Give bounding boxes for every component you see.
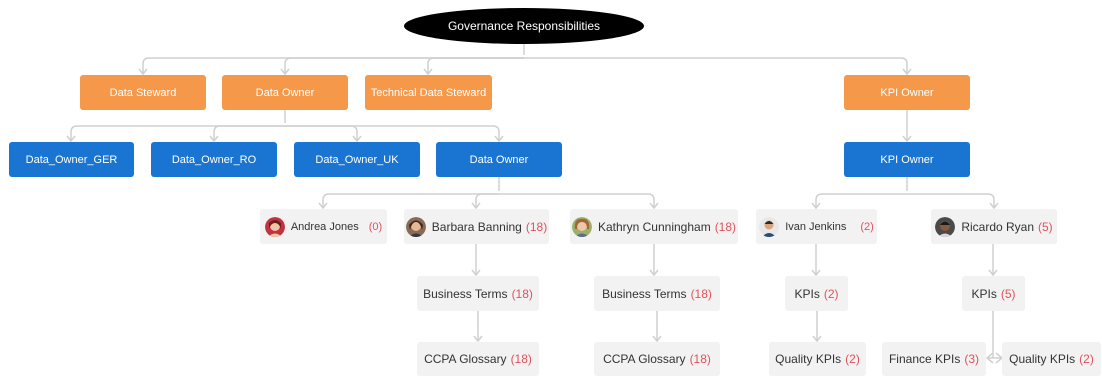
category-kathryn-ccpa-glossary[interactable]: CCPA Glossary (18) (594, 342, 720, 376)
root-node[interactable]: Governance Responsibilities (404, 8, 644, 44)
category-label: Quality KPIs (775, 352, 842, 366)
category-kathryn-business-terms[interactable]: Business Terms (18) (594, 276, 720, 311)
person-name: Ricardo Ryan (961, 219, 1035, 234)
group-data-owner-ro[interactable]: Data_Owner_RO (151, 142, 277, 177)
item-count: (18) (689, 352, 711, 366)
category-ivan-quality-kpis[interactable]: Quality KPIs (2) (769, 342, 866, 376)
person-name: Kathryn Cunningham (597, 219, 711, 234)
connector-line (285, 125, 358, 141)
category-ricardo-finance-kpis[interactable]: Finance KPIs (3) (882, 342, 986, 376)
item-count: (18) (690, 286, 712, 301)
connector-line (815, 193, 907, 208)
connector-layer (66, 44, 1004, 364)
category-label: Business Terms (602, 286, 687, 301)
item-count: (0) (368, 220, 383, 233)
item-count: (2) (1079, 352, 1094, 366)
person-kathryn-cunningham[interactable]: Kathryn Cunningham (18) (570, 209, 738, 244)
person-ricardo-ryan[interactable]: Ricardo Ryan (5) (931, 209, 1057, 244)
group-kpi-owner[interactable]: KPI Owner (844, 142, 970, 177)
category-label: KPIs (971, 286, 997, 301)
connector-line (907, 193, 995, 208)
group-data-owner-uk[interactable]: Data_Owner_UK (294, 142, 420, 177)
item-count: (3) (964, 352, 980, 366)
category-label: Quality KPIs (1009, 352, 1076, 366)
item-count: (18) (511, 286, 533, 301)
person-name: Andrea Jones (290, 220, 359, 233)
item-count: (2) (845, 352, 860, 366)
connector-line (475, 193, 499, 208)
avatar (571, 216, 592, 237)
role-data-owner[interactable]: Data Owner (222, 75, 348, 110)
avatar (935, 216, 956, 237)
connector-line (70, 125, 285, 141)
person-ivan-jenkins[interactable]: Ivan Jenkins (2) (756, 209, 877, 244)
category-label: Business Terms (423, 286, 508, 301)
group-data-owner[interactable]: Data Owner (436, 142, 562, 177)
avatar (264, 216, 285, 237)
avatar (759, 216, 780, 237)
group-data-owner-ger[interactable]: Data_Owner_GER (9, 142, 134, 177)
item-count: (18) (525, 219, 548, 234)
item-count: (2) (860, 220, 874, 233)
role-kpi-owner[interactable]: KPI Owner (844, 75, 970, 110)
connector-line (284, 57, 524, 74)
avatar (405, 216, 426, 237)
connector-line (213, 125, 285, 141)
person-name: Ivan Jenkins (785, 220, 847, 233)
category-ricardo-kpis[interactable]: KPIs (5) (962, 276, 1025, 311)
role-data-steward[interactable]: Data Steward (80, 75, 206, 110)
category-label: CCPA Glossary (603, 352, 686, 366)
item-count: (5) (1038, 219, 1053, 234)
connector-line (524, 57, 908, 74)
connector-line (142, 57, 524, 74)
category-label: CCPA Glossary (424, 352, 507, 366)
item-count: (2) (823, 286, 839, 301)
category-label: Finance KPIs (888, 352, 961, 366)
item-count: (18) (510, 352, 532, 366)
category-label: KPIs (794, 286, 820, 301)
connector-line (285, 125, 500, 141)
category-ricardo-quality-kpis[interactable]: Quality KPIs (2) (1002, 342, 1101, 376)
item-count: (5) (1000, 286, 1016, 301)
category-barbara-ccpa-glossary[interactable]: CCPA Glossary (18) (417, 342, 539, 376)
person-barbara-banning[interactable]: Barbara Banning (18) (404, 209, 549, 244)
role-technical-data-steward[interactable]: Technical Data Steward (365, 75, 492, 110)
person-andrea-jones[interactable]: Andrea Jones (0) (260, 209, 387, 244)
connector-line (427, 57, 524, 74)
person-name: Barbara Banning (431, 219, 522, 234)
category-ivan-kpis[interactable]: KPIs (2) (785, 276, 848, 311)
item-count: (18) (714, 219, 737, 234)
category-barbara-business-terms[interactable]: Business Terms (18) (417, 276, 539, 311)
connector-line (499, 193, 655, 208)
connector-line (322, 193, 499, 208)
